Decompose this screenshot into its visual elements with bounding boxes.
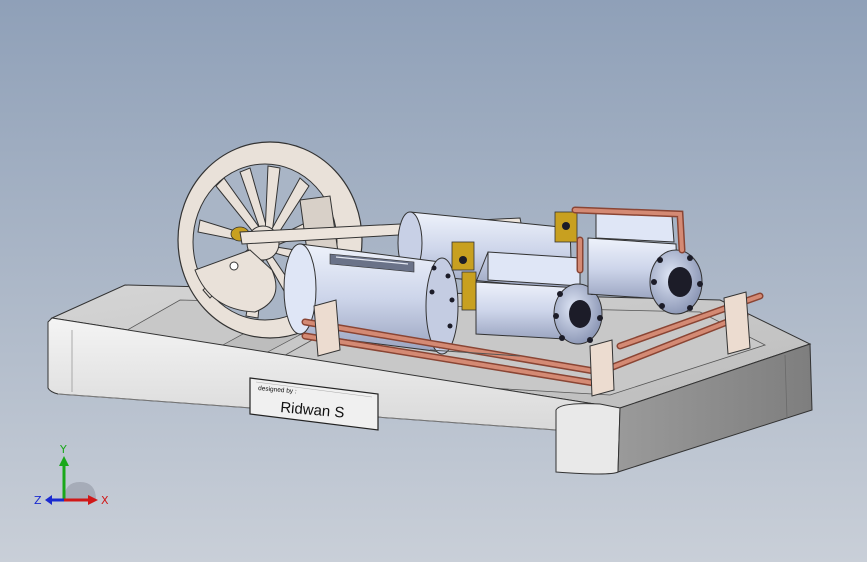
x-axis-label: X — [101, 494, 109, 507]
z-axis-label: Z — [34, 494, 42, 507]
y-axis-label: Y — [59, 443, 67, 456]
steam-engine-model[interactable]: designed by : Ridwan S — [0, 0, 867, 562]
3d-viewport[interactable]: designed by : Ridwan S Y X Z — [0, 0, 867, 562]
front-steam-chest[interactable] — [475, 251, 603, 345]
orientation-triad[interactable]: Y X Z — [30, 440, 120, 520]
